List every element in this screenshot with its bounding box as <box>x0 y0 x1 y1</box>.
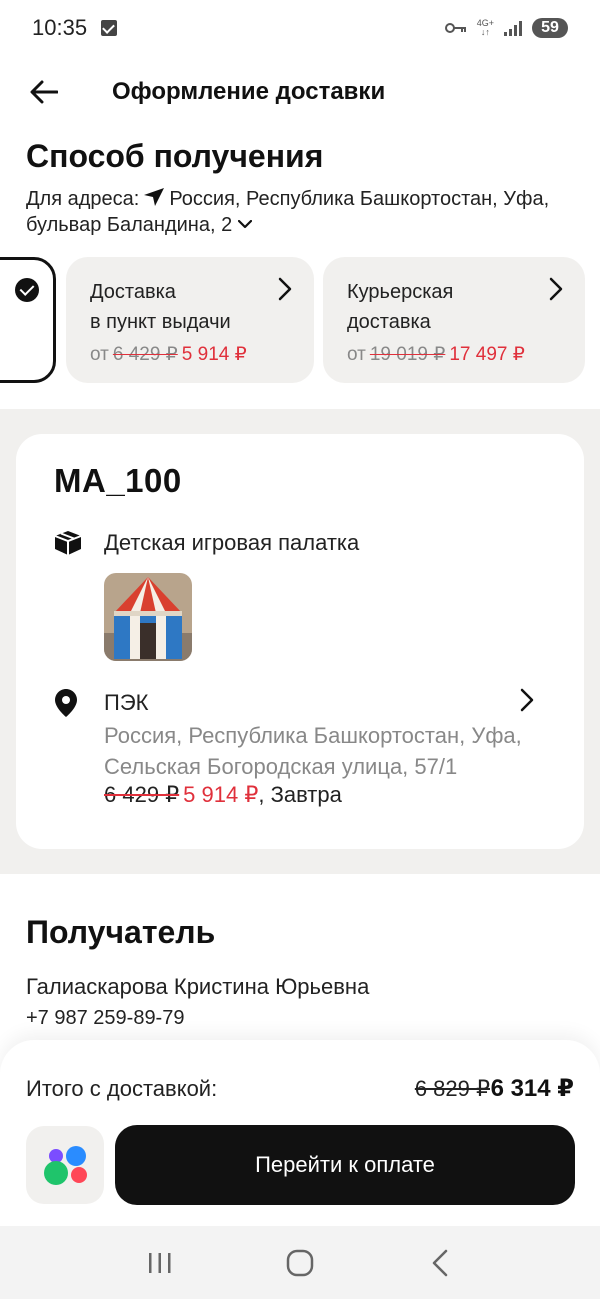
option-pickup-point[interactable]: Доставка в пункт выдачи от 6 429 ₽5 914 ₽ <box>66 257 314 383</box>
product-image[interactable] <box>104 573 192 661</box>
new-price: 5 914 ₽ <box>183 782 259 807</box>
recent-apps-button[interactable] <box>130 1238 190 1288</box>
selected-delivery-option[interactable] <box>0 257 56 383</box>
recipient-phone: +7 987 259-89-79 <box>26 1007 185 1029</box>
checkbox-notification-icon <box>101 20 118 36</box>
new-price: 17 497 ₽ <box>449 344 525 365</box>
order-card: MA_100 Детская игровая палатка ПЭК Росси… <box>16 434 584 849</box>
delivery-options: Доставка в пункт выдачи от 6 429 ₽5 914 ₽… <box>0 257 600 383</box>
check-circle-icon <box>15 278 39 302</box>
chevron-right-icon <box>549 277 563 301</box>
price-prefix: от <box>347 344 366 365</box>
home-button[interactable] <box>270 1238 330 1288</box>
recipient-name: Галиаскарова Кристина Юрьевна <box>26 974 370 999</box>
price-prefix: от <box>90 344 109 365</box>
total-new-price: 6 314 ₽ <box>490 1075 574 1102</box>
package-icon <box>54 531 82 555</box>
payment-app-icon <box>44 1146 87 1185</box>
page-title: Оформление доставки <box>112 78 386 105</box>
option-price: от 19 019 ₽17 497 ₽ <box>347 343 561 366</box>
delivery-method-title: Способ получения <box>26 138 324 174</box>
system-back-button[interactable] <box>410 1238 470 1288</box>
key-icon <box>444 23 466 33</box>
data-arrows-icon: ↓↑ <box>480 27 490 37</box>
product-name: Детская игровая палатка <box>104 530 360 555</box>
pickup-address: Россия, Республика Башкортостан, Уфа, Се… <box>104 723 522 779</box>
chevron-down-icon <box>238 220 253 229</box>
order-id: MA_100 <box>54 462 182 499</box>
option-courier[interactable]: Курьерская доставка от 19 019 ₽17 497 ₽ <box>323 257 585 383</box>
system-nav-bar <box>0 1226 600 1299</box>
option-title: Курьерская доставка <box>347 281 454 333</box>
app-header: Оформление доставки <box>0 60 600 124</box>
old-price: 6 429 ₽ <box>112 344 178 365</box>
recent-apps-icon <box>149 1252 171 1273</box>
navigation-arrow-icon <box>144 188 165 206</box>
address-label: Для адреса: <box>26 188 140 210</box>
pickup-carrier: ПЭК <box>104 690 149 715</box>
delivery-date: , Завтра <box>258 782 342 807</box>
home-icon <box>286 1249 314 1276</box>
chevron-right-icon[interactable] <box>520 688 534 712</box>
back-chevron-icon <box>432 1249 448 1276</box>
back-button[interactable] <box>14 62 74 122</box>
old-price: 19 019 ₽ <box>369 344 446 365</box>
location-pin-icon <box>55 689 77 717</box>
tent-image <box>104 573 192 661</box>
option-price: от 6 429 ₽5 914 ₽ <box>90 343 290 366</box>
network-indicator: 4G+ ↓↑ <box>477 19 494 37</box>
total-label: Итого с доставкой: <box>26 1076 218 1101</box>
battery-icon: 59 <box>532 18 568 38</box>
payment-app-button[interactable] <box>26 1126 104 1204</box>
proceed-to-payment-button[interactable]: Перейти к оплате <box>115 1125 575 1205</box>
arrow-left-icon <box>30 80 58 104</box>
status-icons: 4G+ ↓↑ 59 <box>444 18 568 38</box>
old-price: 6 429 ₽ <box>104 782 180 807</box>
status-time: 10:35 <box>32 15 88 40</box>
option-title: Доставка в пункт выдачи <box>90 281 231 333</box>
recipient-title: Получатель <box>26 914 216 950</box>
checkout-panel: Итого с доставкой: 6 829 ₽ 6 314 ₽ Перей… <box>0 1040 600 1226</box>
address-selector[interactable]: Для адреса: Россия, Республика Башкортост… <box>26 186 586 238</box>
total-old-price: 6 829 ₽ <box>414 1076 490 1101</box>
chevron-right-icon <box>278 277 292 301</box>
signal-icon <box>504 20 522 36</box>
status-bar: 10:35 4G+ ↓↑ 59 <box>0 0 600 56</box>
pickup-price: 6 429 ₽5 914 ₽, Завтра <box>104 782 342 808</box>
new-price: 5 914 ₽ <box>181 344 247 365</box>
